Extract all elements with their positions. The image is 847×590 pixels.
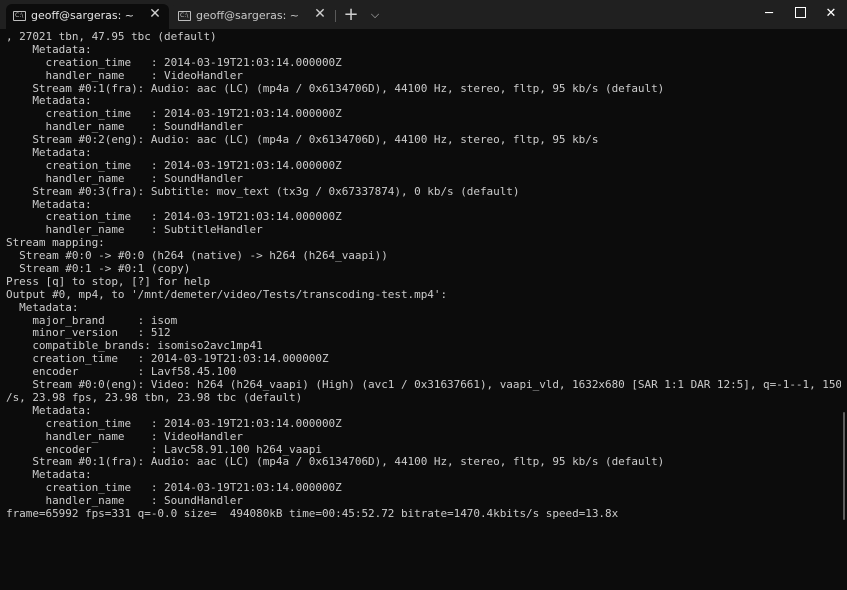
terminal-line: Stream #0:1(fra): Audio: aac (LC) (mp4a … (6, 81, 665, 95)
tab-title: geoff@sargeras: ~ (196, 9, 300, 22)
terminal-line: Metadata: (6, 146, 92, 160)
tab-title: geoff@sargeras: ~ (31, 9, 135, 22)
terminal-line: Metadata: (6, 300, 79, 314)
terminal-line: handler_name : SoundHandler (6, 171, 243, 185)
terminal-line: creation_time : 2014-03-19T21:03:14.0000… (6, 55, 342, 69)
tab-terminal-1[interactable]: C:\ geoff@sargeras: ~ ✕ (6, 4, 169, 29)
terminal-line: creation_time : 2014-03-19T21:03:14.0000… (6, 416, 342, 430)
terminal-line: Stream #0:3(fra): Subtitle: mov_text (tx… (6, 184, 520, 198)
terminal-line: Stream #0:0(eng): Video: h264 (h264_vaap… (6, 378, 841, 392)
tab-separator (335, 10, 336, 22)
terminal-line: , 27021 tbn, 47.95 tbc (default) (6, 31, 217, 43)
maximize-icon (794, 7, 806, 18)
terminal-line: Stream #0:1(fra): Audio: aac (LC) (mp4a … (6, 455, 665, 469)
close-window-button[interactable]: ✕ (815, 0, 847, 29)
terminal-icon: C:\ (13, 11, 26, 21)
close-tab-icon[interactable]: ✕ (147, 6, 163, 22)
new-tab-button[interactable]: + (341, 5, 361, 25)
scrollbar[interactable] (843, 412, 845, 520)
terminal-line: handler_name : VideoHandler (6, 429, 243, 443)
terminal-icon: C:\ (178, 11, 191, 21)
terminal-line: /s, 23.98 fps, 23.98 tbn, 23.98 tbc (def… (6, 390, 303, 404)
chevron-down-icon[interactable]: ⌵ (365, 5, 385, 25)
terminal-line: Stream #0:2(eng): Audio: aac (LC) (mp4a … (6, 133, 599, 147)
terminal-line: Output #0, mp4, to '/mnt/demeter/video/T… (6, 287, 448, 301)
close-tab-icon[interactable]: ✕ (312, 6, 328, 22)
tab-terminal-2[interactable]: C:\ geoff@sargeras: ~ ✕ (171, 4, 334, 29)
terminal-line: handler_name : VideoHandler (6, 68, 243, 82)
terminal-output[interactable]: , 27021 tbn, 47.95 tbc (default) Metadat… (6, 31, 841, 587)
terminal-line: Stream #0:1 -> #0:1 (copy) (6, 262, 191, 276)
minimize-button[interactable]: ─ (753, 0, 785, 29)
terminal-line: handler_name : SubtitleHandler (6, 223, 263, 237)
terminal-line: Press [q] to stop, [?] for help (6, 274, 211, 288)
terminal-line: frame=65992 fps=331 q=-0.0 size= 494080k… (6, 506, 619, 520)
title-bar: C:\ geoff@sargeras: ~ ✕ C:\ geoff@sarger… (0, 0, 847, 29)
terminal-line: Metadata: (6, 42, 92, 56)
terminal-line: creation_time : 2014-03-19T21:03:14.0000… (6, 158, 342, 172)
maximize-button[interactable] (784, 0, 816, 29)
terminal-line: Metadata: (6, 403, 92, 417)
